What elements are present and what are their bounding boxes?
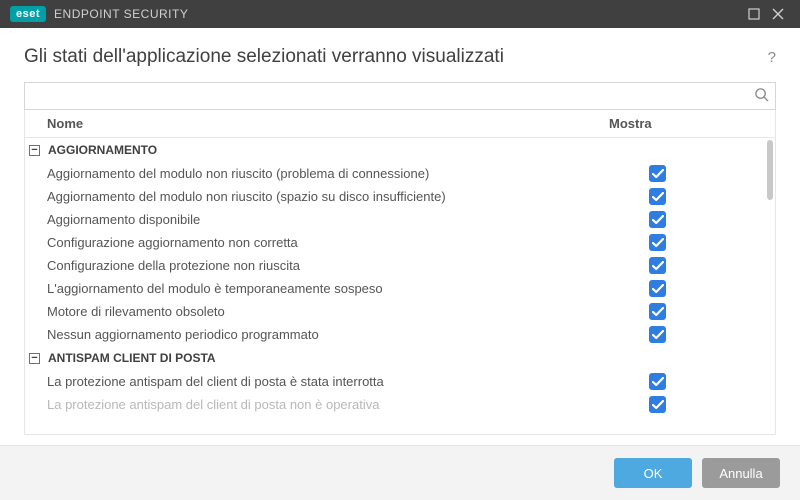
dialog-footer: OK Annulla [0,445,800,500]
search-bar [24,82,776,110]
table-body: −AGGIORNAMENTOAggiornamento del modulo n… [25,138,775,434]
show-checkbox[interactable] [649,373,666,390]
table-row[interactable]: La protezione antispam del client di pos… [25,370,775,393]
status-label: Motore di rilevamento obsoleto [25,304,605,319]
table-row[interactable]: Nessun aggiornamento periodico programma… [25,323,775,346]
status-label: Aggiornamento disponibile [25,212,605,227]
status-label: La protezione antispam del client di pos… [25,397,605,412]
show-checkbox[interactable] [649,234,666,251]
status-label: L'aggiornamento del modulo è temporaneam… [25,281,605,296]
cancel-button[interactable]: Annulla [702,458,780,488]
status-label: Aggiornamento del modulo non riuscito (s… [25,189,605,204]
product-name: ENDPOINT SECURITY [54,7,188,21]
titlebar: eset ENDPOINT SECURITY [0,0,800,28]
column-name[interactable]: Nome [25,116,605,131]
table-header: Nome Mostra [25,110,775,138]
table-row[interactable]: Motore di rilevamento obsoleto [25,300,775,323]
content-area: Nome Mostra −AGGIORNAMENTOAggiornamento … [0,82,800,445]
table-row[interactable]: Aggiornamento del modulo non riuscito (s… [25,185,775,208]
table-row[interactable]: La protezione antispam del client di pos… [25,393,775,416]
status-label: La protezione antispam del client di pos… [25,374,605,389]
show-checkbox[interactable] [649,326,666,343]
show-cell [605,211,775,228]
statuses-table: Nome Mostra −AGGIORNAMENTOAggiornamento … [24,110,776,435]
brand-logo: eset [10,6,46,22]
show-cell [605,326,775,343]
help-icon[interactable]: ? [768,49,776,66]
show-cell [605,165,775,182]
minimize-button[interactable] [742,2,766,26]
collapse-icon[interactable]: − [29,353,40,364]
show-checkbox[interactable] [649,257,666,274]
collapse-icon[interactable]: − [29,145,40,156]
status-label: Nessun aggiornamento periodico programma… [25,327,605,342]
show-cell [605,188,775,205]
table-row[interactable]: Aggiornamento disponibile [25,208,775,231]
group-row[interactable]: −ANTISPAM CLIENT DI POSTA [25,346,775,370]
status-label: Configurazione della protezione non rius… [25,258,605,273]
show-checkbox[interactable] [649,303,666,320]
ok-button[interactable]: OK [614,458,692,488]
search-input[interactable] [31,89,754,104]
show-cell [605,257,775,274]
group-label: ANTISPAM CLIENT DI POSTA [48,351,216,365]
show-checkbox[interactable] [649,396,666,413]
show-cell [605,396,775,413]
table-row[interactable]: Configurazione aggiornamento non corrett… [25,231,775,254]
page-title: Gli stati dell'applicazione selezionati … [24,46,768,68]
show-cell [605,373,775,390]
status-label: Aggiornamento del modulo non riuscito (p… [25,166,605,181]
show-cell [605,234,775,251]
show-checkbox[interactable] [649,188,666,205]
group-row[interactable]: −AGGIORNAMENTO [25,138,775,162]
show-cell [605,280,775,297]
search-icon[interactable] [754,87,769,105]
show-checkbox[interactable] [649,211,666,228]
group-label: AGGIORNAMENTO [48,143,157,157]
show-cell [605,303,775,320]
show-checkbox[interactable] [649,165,666,182]
dialog-header: Gli stati dell'applicazione selezionati … [0,28,800,82]
table-row[interactable]: Configurazione della protezione non rius… [25,254,775,277]
column-show[interactable]: Mostra [605,116,775,131]
status-label: Configurazione aggiornamento non corrett… [25,235,605,250]
close-button[interactable] [766,2,790,26]
table-row[interactable]: L'aggiornamento del modulo è temporaneam… [25,277,775,300]
table-row[interactable]: Aggiornamento del modulo non riuscito (p… [25,162,775,185]
show-checkbox[interactable] [649,280,666,297]
